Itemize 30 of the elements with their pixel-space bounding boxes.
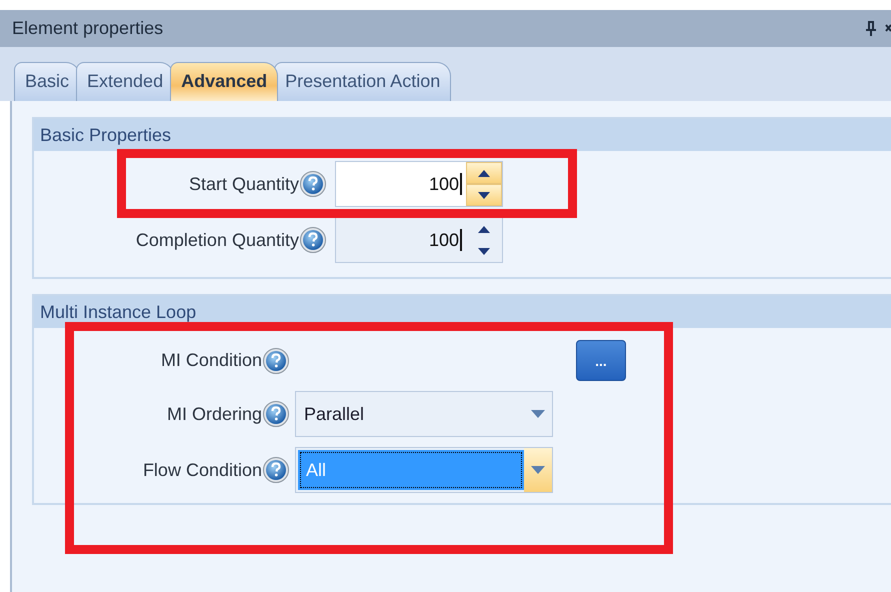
close-icon[interactable] <box>885 22 891 34</box>
ellipsis-button[interactable]: ... <box>576 340 626 381</box>
window-title: Element properties <box>12 18 164 39</box>
down-arrow-icon[interactable] <box>478 248 490 254</box>
tab[interactable]: Presentation Action <box>274 62 452 101</box>
help-icon[interactable] <box>262 400 290 428</box>
up-arrow-icon[interactable] <box>478 170 490 176</box>
field-label: Flow Condition <box>142 460 262 480</box>
dropdown-arrow-icon[interactable] <box>531 410 545 418</box>
number-spinner[interactable]: 100 <box>335 217 503 263</box>
help-icon[interactable] <box>299 226 327 254</box>
dropdown[interactable]: All <box>295 447 553 493</box>
field-label: MI Condition <box>160 350 262 371</box>
field-label: Start Quantity <box>188 174 299 194</box>
help-icon[interactable] <box>262 456 290 484</box>
tab[interactable]: Advanced <box>170 62 278 101</box>
down-arrow-icon[interactable] <box>478 192 490 198</box>
up-arrow-icon[interactable] <box>478 226 490 232</box>
group-title: Basic Properties <box>40 124 172 146</box>
spinner-value: 100 <box>428 230 459 250</box>
help-icon[interactable] <box>262 346 290 374</box>
group-title: Multi Instance Loop <box>40 302 196 322</box>
field-label: MI Ordering <box>166 404 262 424</box>
dropdown-arrow-icon[interactable] <box>531 466 545 474</box>
pin-icon[interactable] <box>865 20 877 36</box>
spinner-value: 100 <box>428 174 459 194</box>
field-label: Completion Quantity <box>136 230 299 250</box>
dropdown[interactable]: Parallel <box>295 391 553 437</box>
number-spinner[interactable]: 100 <box>335 161 503 207</box>
help-icon[interactable] <box>299 170 327 198</box>
